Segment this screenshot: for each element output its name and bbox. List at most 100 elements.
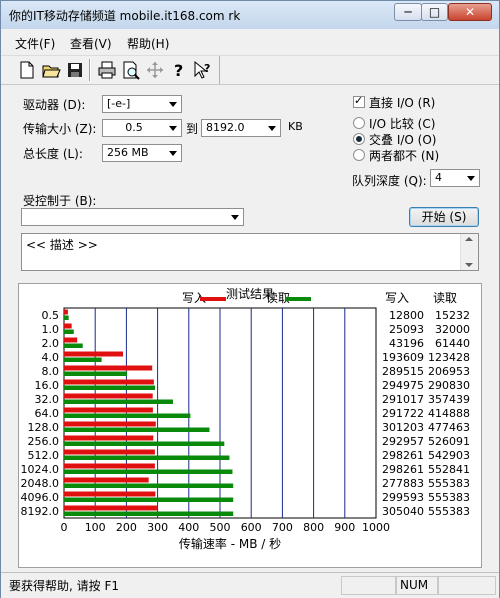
bar-read	[64, 427, 210, 432]
total-length-select[interactable]: 256 MB	[102, 144, 182, 162]
write-value-cell: 277883	[382, 477, 424, 490]
direct-io-checkbox[interactable]: ✓	[353, 94, 365, 108]
drive-select[interactable]: [-e-]	[102, 95, 182, 113]
help-icon[interactable]: ?	[169, 60, 189, 80]
table-header-write: 写入	[385, 291, 409, 305]
results-chart: 测试结果写入 读取 写入 读取0 100 200 300 400 500 600 700 800 900…	[21, 286, 471, 551]
bar-write	[64, 463, 155, 469]
x-tick-label: 600	[241, 521, 262, 534]
chevron-down-icon	[467, 176, 475, 181]
y-tick-label: 0.5	[42, 309, 60, 322]
maximize-button[interactable]: □	[421, 3, 448, 21]
overlap-io-label: 交叠 I/O (O)	[369, 133, 437, 147]
bar-read	[64, 399, 173, 404]
open-folder-icon[interactable]	[41, 60, 61, 80]
legend-swatch	[285, 297, 311, 301]
write-value-cell: 25093	[389, 323, 424, 336]
neither-radio[interactable]	[353, 149, 365, 161]
read-value-cell: 555383	[428, 505, 470, 518]
to-label: 到	[186, 122, 199, 136]
y-tick-label: 32.0	[35, 393, 60, 406]
bar-read	[64, 511, 234, 516]
scroll-down-icon[interactable]	[465, 263, 473, 267]
x-tick-label: 500	[210, 521, 231, 534]
write-value-cell: 43196	[389, 337, 424, 350]
minimize-icon: ─	[404, 5, 412, 19]
print-icon[interactable]	[97, 60, 117, 80]
controlled-by-select[interactable]	[21, 208, 244, 226]
queue-depth-label: 队列深度 (Q):	[352, 174, 427, 188]
bar-write	[64, 491, 156, 497]
read-value-cell: 552841	[428, 463, 470, 476]
bar-write	[64, 309, 68, 315]
transfer-to-select[interactable]: 8192.0	[201, 119, 281, 137]
write-value-cell: 291017	[382, 393, 424, 406]
write-value-cell: 298261	[382, 449, 424, 462]
radio-selected-dot	[356, 136, 362, 142]
read-value-cell: 357439	[428, 393, 470, 406]
io-compare-radio[interactable]	[353, 117, 365, 129]
print-preview-icon[interactable]	[121, 60, 141, 80]
read-value-cell: 542903	[428, 449, 470, 462]
bar-read	[64, 455, 230, 460]
read-value-cell: 123428	[428, 351, 470, 364]
chevron-down-icon	[231, 215, 239, 220]
bar-read	[64, 483, 234, 488]
bar-write	[64, 365, 153, 371]
drive-select-value: [-e-]	[107, 97, 131, 110]
maximize-icon: □	[428, 5, 441, 19]
overlap-io-radio[interactable]	[353, 133, 365, 145]
x-tick-label: 200	[116, 521, 137, 534]
write-value-cell: 299593	[382, 491, 424, 504]
save-icon[interactable]	[65, 60, 85, 80]
app-window: 你的IT移动存储频道 mobile.it168.com rk ─ □ ✕ 文件(…	[0, 0, 500, 598]
move-icon	[147, 62, 163, 78]
read-value-cell: 414888	[428, 407, 470, 420]
y-tick-label: 2048.0	[21, 477, 60, 490]
description-scrollbar[interactable]	[460, 234, 478, 270]
total-length-label: 总长度 (L):	[23, 147, 83, 161]
bar-write	[64, 351, 123, 357]
read-value-cell: 32000	[435, 323, 470, 336]
read-value-cell: 61440	[435, 337, 470, 350]
write-value-cell: 301203	[382, 421, 424, 434]
transfer-from-select[interactable]: 0.5	[102, 119, 182, 137]
description-text: << 描述 >>	[26, 238, 98, 252]
svg-text:?: ?	[174, 61, 183, 80]
close-button[interactable]: ✕	[448, 3, 492, 21]
write-value-cell: 292957	[382, 435, 424, 448]
chevron-down-icon	[268, 126, 276, 131]
status-pane-empty	[341, 576, 396, 595]
x-tick-label: 700	[272, 521, 293, 534]
new-file-icon[interactable]	[17, 60, 37, 80]
y-tick-label: 2.0	[42, 337, 60, 350]
status-bar: 要获得帮助, 请按 F1 NUM	[1, 572, 499, 598]
close-icon: ✕	[464, 5, 476, 19]
start-button[interactable]: 开始 (S)	[409, 207, 479, 227]
menu-view[interactable]: 查看(V)	[70, 35, 112, 52]
bar-read	[64, 497, 234, 502]
bar-write	[64, 393, 153, 399]
menu-file[interactable]: 文件(F)	[15, 35, 55, 52]
y-tick-label: 1.0	[42, 323, 60, 336]
scroll-up-icon[interactable]	[465, 237, 473, 241]
neither-label: 两者都不 (N)	[369, 149, 440, 163]
read-value-cell: 15232	[435, 309, 470, 322]
chevron-down-icon	[169, 126, 177, 131]
write-value-cell: 193609	[382, 351, 424, 364]
description-box[interactable]: << 描述 >>	[21, 233, 479, 271]
context-help-icon[interactable]: ?	[193, 60, 213, 80]
bar-write	[64, 477, 149, 483]
menu-help[interactable]: 帮助(H)	[127, 35, 169, 52]
bar-write	[64, 505, 157, 511]
status-help-text: 要获得帮助, 请按 F1	[9, 579, 119, 593]
x-tick-label: 900	[334, 521, 355, 534]
y-tick-label: 4096.0	[21, 491, 60, 504]
y-tick-label: 8.0	[42, 365, 60, 378]
queue-depth-select[interactable]: 4	[430, 169, 480, 187]
title-bar[interactable]: 你的IT移动存储频道 mobile.it168.com rk ─ □ ✕	[1, 1, 499, 29]
write-value-cell: 298261	[382, 463, 424, 476]
bar-read	[64, 441, 225, 446]
minimize-button[interactable]: ─	[394, 3, 422, 21]
write-value-cell: 294975	[382, 379, 424, 392]
